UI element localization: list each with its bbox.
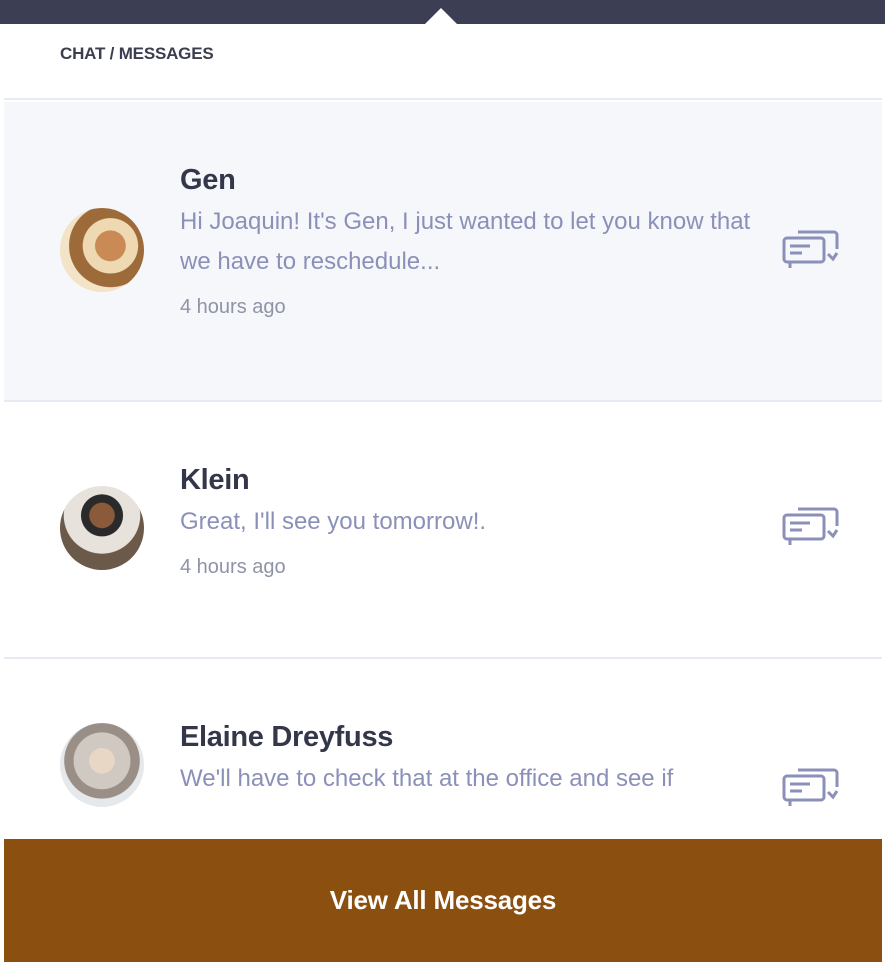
message-content: Gen Hi Joaquin! It's Gen, I just wanted … (180, 160, 760, 319)
avatar (60, 723, 144, 807)
messages-dropdown-panel: CHAT / MESSAGES Gen Hi Joaquin! It's Gen… (4, 24, 882, 962)
message-preview: We'll have to check that at the office a… (180, 765, 674, 792)
message-content: Klein Great, I'll see you tomorrow!. 4 h… (180, 460, 760, 579)
message-preview: Great, I'll see you tomorrow!. (180, 508, 487, 535)
view-all-messages-button[interactable]: View All Messages (4, 839, 882, 962)
chat-bubbles-icon[interactable] (780, 501, 840, 545)
view-all-messages-label: View All Messages (329, 885, 557, 915)
message-time: 4 hours ago (180, 556, 286, 578)
message-item-gen[interactable]: Gen Hi Joaquin! It's Gen, I just wanted … (4, 102, 882, 402)
message-preview: Hi Joaquin! It's Gen, I just wanted to l… (180, 208, 751, 275)
sender-name: Klein (180, 464, 250, 496)
sender-name: Gen (180, 164, 236, 196)
message-time: 4 hours ago (180, 296, 286, 318)
avatar (60, 486, 144, 570)
message-content: Elaine Dreyfuss We'll have to check that… (180, 717, 760, 799)
panel-header: CHAT / MESSAGES (4, 24, 882, 100)
chat-bubbles-icon[interactable] (780, 224, 840, 268)
avatar (60, 208, 144, 292)
sender-name: Elaine Dreyfuss (180, 721, 394, 753)
panel-title: CHAT / MESSAGES (60, 44, 214, 63)
dropdown-caret (425, 8, 457, 24)
message-list: Gen Hi Joaquin! It's Gen, I just wanted … (4, 102, 882, 834)
message-item-elaine-dreyfuss[interactable]: Elaine Dreyfuss We'll have to check that… (4, 659, 882, 834)
chat-bubbles-icon[interactable] (780, 762, 840, 806)
message-item-klein[interactable]: Klein Great, I'll see you tomorrow!. 4 h… (4, 402, 882, 659)
